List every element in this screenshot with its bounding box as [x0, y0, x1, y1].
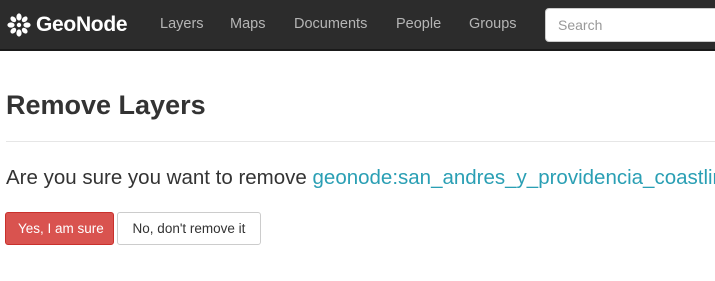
title-divider — [6, 141, 715, 142]
nav-link-groups[interactable]: Groups — [469, 16, 517, 32]
nav-link-maps[interactable]: Maps — [230, 16, 265, 32]
confirm-remove-button[interactable]: Yes, I am sure — [5, 212, 114, 245]
nav-link-people[interactable]: People — [396, 16, 441, 32]
top-navbar: GeoNode Layers Maps Documents People Gro… — [0, 0, 715, 51]
page-title: Remove Layers — [6, 90, 206, 120]
confirmation-question: Are you sure you want to remove geonode:… — [6, 166, 715, 190]
nav-link-layers[interactable]: Layers — [160, 16, 204, 32]
layer-name-link[interactable]: geonode:san_andres_y_providencia_coastli… — [313, 166, 715, 189]
cancel-remove-button[interactable]: No, don't remove it — [117, 212, 261, 245]
search-input[interactable] — [545, 8, 715, 42]
brand-name: GeoNode — [36, 13, 128, 36]
brand-logo-link[interactable]: GeoNode — [6, 10, 128, 40]
question-prefix: Are you sure you want to remove — [6, 166, 313, 189]
nav-link-documents[interactable]: Documents — [294, 16, 367, 32]
geonode-flower-icon — [7, 13, 31, 37]
